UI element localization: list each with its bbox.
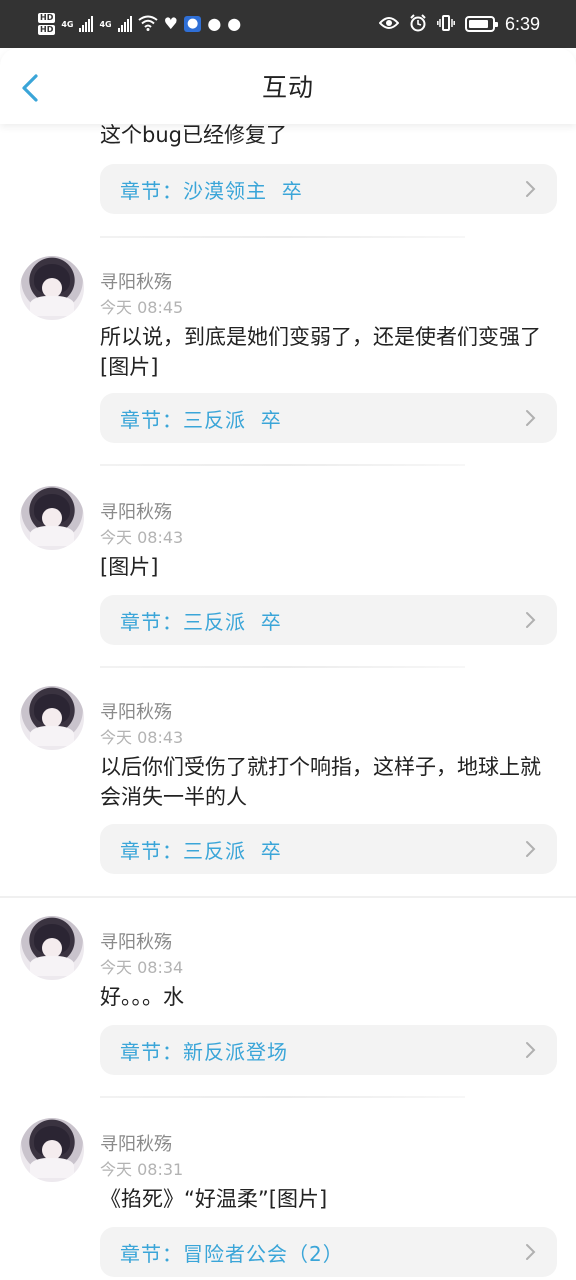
- chapter-link[interactable]: 章节：三反派 卒: [100, 824, 557, 874]
- battery-icon: [464, 16, 498, 32]
- chapter-label: 章节：三反派 卒: [120, 838, 282, 863]
- list-item: 这个bug已经修复了 章节：沙漠领主 卒: [0, 124, 576, 234]
- divider: [100, 464, 465, 466]
- chevron-right-icon: [526, 1042, 536, 1058]
- comment-text: 这个bug已经修复了: [100, 124, 287, 147]
- divider: [100, 666, 465, 668]
- alarm-icon: [409, 13, 427, 35]
- timestamp: 今天 08:31: [100, 1160, 184, 1179]
- status-bar: HD HD 4G 4G ♥ ● ● ● 6:39: [0, 0, 576, 48]
- chevron-right-icon: [526, 841, 536, 857]
- avatar[interactable]: [20, 256, 84, 320]
- back-button[interactable]: [18, 72, 46, 104]
- username[interactable]: 寻阳秋殇: [100, 498, 172, 524]
- comment-text: 好。。。水: [100, 985, 184, 1009]
- wifi-icon: [138, 15, 158, 34]
- chevron-left-icon: [22, 74, 38, 102]
- sim2-hd-badge: HD: [38, 25, 56, 35]
- chapter-link[interactable]: 章节：三反派 卒: [100, 393, 557, 443]
- timestamp: 今天 08:43: [100, 528, 184, 547]
- sim1-hd-badge: HD: [38, 13, 56, 23]
- chevron-right-icon: [526, 612, 536, 628]
- chapter-label: 章节：新反派登场: [120, 1039, 288, 1064]
- username[interactable]: 寻阳秋殇: [100, 268, 172, 294]
- chapter-link[interactable]: 章节：三反派 卒: [100, 595, 557, 645]
- chapter-label: 章节：三反派 卒: [120, 609, 282, 634]
- comment-text: [图片]: [100, 555, 159, 579]
- chevron-right-icon: [526, 410, 536, 426]
- divider: [100, 236, 465, 238]
- signal-icon: [79, 16, 94, 32]
- network-type-2: 4G: [99, 19, 112, 29]
- avatar[interactable]: [20, 1118, 84, 1182]
- timestamp: 今天 08:45: [100, 298, 184, 317]
- app-header: 互动: [0, 48, 576, 124]
- clock: 6:39: [504, 13, 540, 34]
- chapter-link[interactable]: 章节：沙漠领主 卒: [100, 164, 557, 214]
- page-title: 互动: [261, 73, 314, 102]
- timestamp: 今天 08:43: [100, 728, 184, 747]
- username[interactable]: 寻阳秋殇: [100, 1130, 172, 1156]
- username[interactable]: 寻阳秋殇: [100, 698, 172, 724]
- chapter-label: 章节：三反派 卒: [120, 407, 282, 432]
- avatar[interactable]: [20, 686, 84, 750]
- network-type-1: 4G: [61, 19, 74, 29]
- divider: [0, 896, 576, 898]
- timestamp: 今天 08:34: [100, 958, 184, 977]
- status-left: HD HD 4G 4G ♥ ● ● ●: [38, 13, 379, 35]
- eye-icon: [378, 16, 400, 33]
- comment-text: 《掐死》“好温柔”[图片]: [100, 1187, 328, 1211]
- chapter-label: 章节：冒险者公会（2）: [120, 1241, 344, 1266]
- chevron-right-icon: [526, 181, 536, 197]
- battery-fill: [468, 20, 488, 28]
- username[interactable]: 寻阳秋殇: [100, 928, 172, 954]
- vibrate-icon: [437, 14, 455, 35]
- avatar[interactable]: [20, 486, 84, 550]
- comment-text: 所以说，到底是她们变弱了，还是使者们变强了[图片]: [100, 325, 541, 379]
- chevron-right-icon: [526, 1244, 536, 1260]
- comment-text: 以后你们受伤了就打个响指，这样子，地球上就会消失一半的人: [100, 755, 541, 809]
- signal-icon-2: [117, 16, 132, 32]
- bulb-icon: ●: [183, 16, 202, 32]
- wechat-icon: ●: [227, 14, 242, 33]
- chapter-link[interactable]: 章节：冒险者公会（2）: [100, 1227, 557, 1277]
- chat-bubble-icon: ●: [207, 14, 222, 33]
- divider: [100, 1096, 465, 1098]
- status-right: 6:39: [378, 13, 540, 35]
- chapter-label: 章节：沙漠领主 卒: [120, 178, 303, 203]
- heart-icon: ♥: [163, 14, 178, 33]
- sim-badges: HD HD: [38, 13, 56, 35]
- chapter-link[interactable]: 章节：新反派登场: [100, 1025, 557, 1075]
- comment-list[interactable]: 这个bug已经修复了 章节：沙漠领主 卒 寻阳秋殇 今天 08:45 所以说，到…: [0, 124, 576, 1280]
- avatar[interactable]: [20, 916, 84, 980]
